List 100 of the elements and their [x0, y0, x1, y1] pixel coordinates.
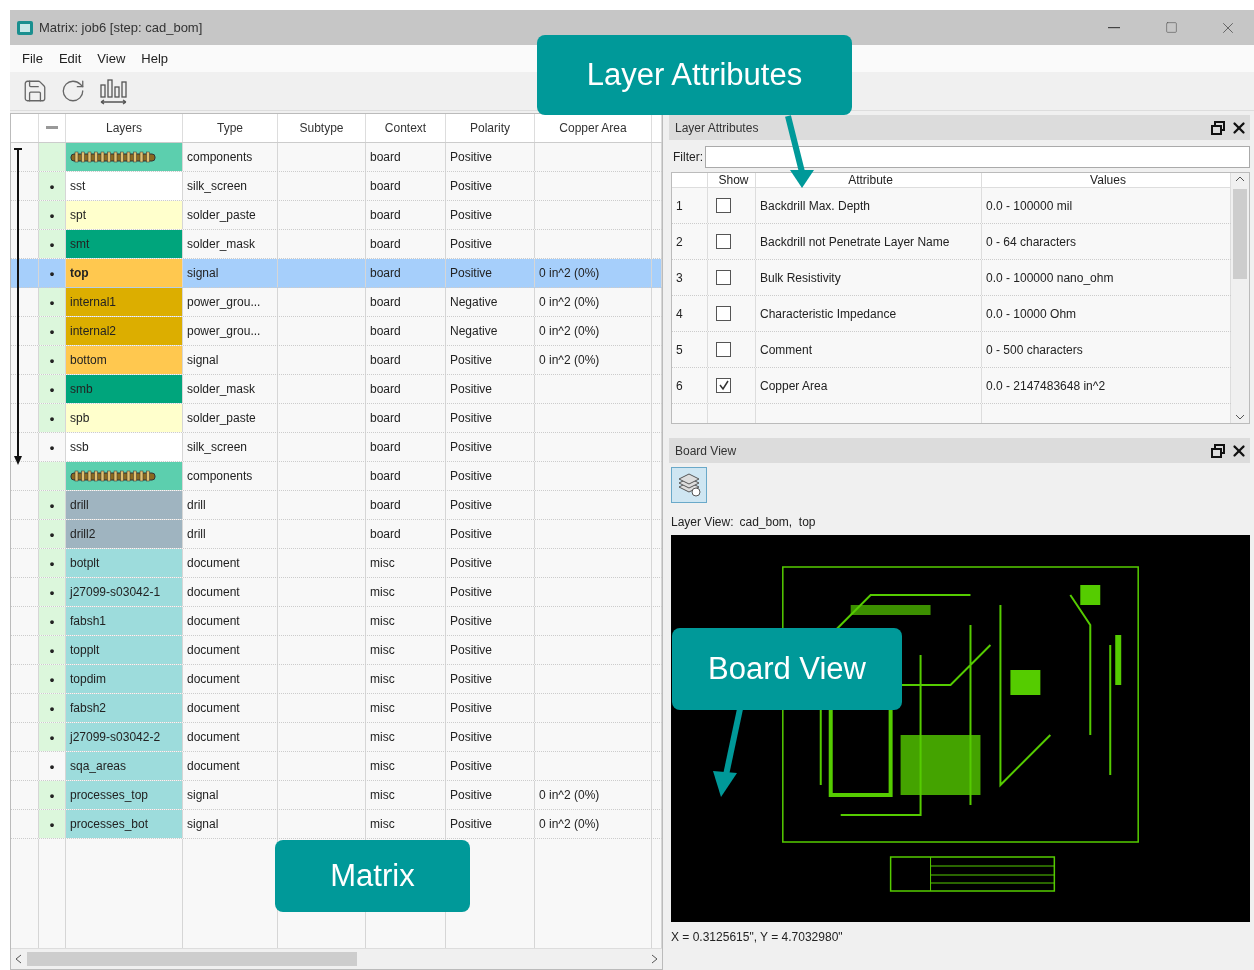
matrix-row[interactable]: • fabsh1 document misc Positive	[11, 607, 662, 636]
show-checkbox[interactable]	[716, 198, 731, 213]
layer-name: processes_bot	[70, 817, 149, 831]
layer-name-cell[interactable]: internal1	[66, 288, 183, 316]
visibility-cell[interactable]: •	[39, 781, 66, 809]
visibility-cell[interactable]: •	[39, 317, 66, 345]
matrix-row[interactable]: • j27099-s03042-2 document misc Positive	[11, 723, 662, 752]
visibility-cell[interactable]: •	[39, 172, 66, 200]
scroll-thumb[interactable]	[1233, 189, 1247, 279]
layer-name-cell[interactable]	[66, 143, 183, 171]
layer-name-cell[interactable]: drill	[66, 491, 183, 519]
horizontal-scrollbar[interactable]	[11, 948, 662, 969]
visibility-cell[interactable]: •	[39, 723, 66, 751]
layer-name-cell[interactable]	[66, 462, 183, 490]
visibility-cell[interactable]: •	[39, 288, 66, 316]
matrix-row[interactable]: • smt solder_mask board Positive	[11, 230, 662, 259]
matrix-row[interactable]: • spb solder_paste board Positive	[11, 404, 662, 433]
matrix-row[interactable]: • internal2 power_grou... board Negative 0 in^2 (0%)	[11, 317, 662, 346]
matrix-row[interactable]: • processes_top signal misc Positive 0 in^2 (0%)	[11, 781, 662, 810]
layer-name-cell[interactable]: fabsh2	[66, 694, 183, 722]
matrix-row[interactable]: • ssb silk_screen board Positive	[11, 433, 662, 462]
matrix-row[interactable]: • smb solder_mask board Positive	[11, 375, 662, 404]
layer-name-cell[interactable]: drill2	[66, 520, 183, 548]
menu-item[interactable]: Edit	[52, 49, 88, 68]
matrix-row[interactable]: • j27099-s03042-1 document misc Positive	[11, 578, 662, 607]
table-cell: silk_screen	[187, 179, 248, 193]
matrix-row[interactable]: • topdim document misc Positive	[11, 665, 662, 694]
visibility-cell[interactable]: •	[39, 201, 66, 229]
column-header[interactable]: Context	[366, 114, 446, 142]
matrix-row[interactable]: • drill drill board Positive	[11, 491, 662, 520]
layer-name-cell[interactable]: fabsh1	[66, 607, 183, 635]
matrix-row[interactable]: • spt solder_paste board Positive	[11, 201, 662, 230]
show-checkbox[interactable]	[716, 342, 731, 357]
layer-name-cell[interactable]: topplt	[66, 636, 183, 664]
column-header[interactable]: Subtype	[278, 114, 366, 142]
filter-field[interactable]	[705, 146, 1250, 168]
matrix-row[interactable]: components board Positive	[11, 143, 662, 172]
layer-name-cell[interactable]: top	[66, 259, 183, 287]
visibility-cell[interactable]: •	[39, 375, 66, 403]
visibility-cell[interactable]: •	[39, 549, 66, 577]
matrix-row[interactable]: • bottom signal board Positive 0 in^2 (0%)	[11, 346, 662, 375]
layer-name-cell[interactable]: j27099-s03042-2	[66, 723, 183, 751]
matrix-row[interactable]: • fabsh2 document misc Positive	[11, 694, 662, 723]
column-header[interactable]: Show	[708, 173, 756, 187]
layer-name-cell[interactable]: bottom	[66, 346, 183, 374]
layer-name-cell[interactable]: spb	[66, 404, 183, 432]
column-header[interactable]: Polarity	[446, 114, 535, 142]
show-checkbox[interactable]	[716, 234, 731, 249]
layer-name-cell[interactable]: internal2	[66, 317, 183, 345]
matrix-row[interactable]: • sqa_areas document misc Positive	[11, 752, 662, 781]
visibility-cell[interactable]: •	[39, 404, 66, 432]
matrix-row[interactable]: • internal1 power_grou... board Negative 0 in^2 (0%)	[11, 288, 662, 317]
column-header[interactable]: Type	[183, 114, 278, 142]
table-cell: 0 in^2 (0%)	[539, 295, 600, 309]
layer-name-cell[interactable]: ssb	[66, 433, 183, 461]
layers-button[interactable]	[671, 467, 707, 503]
visibility-cell[interactable]: •	[39, 636, 66, 664]
layer-name-cell[interactable]: botplt	[66, 549, 183, 577]
layer-name-cell[interactable]: processes_bot	[66, 810, 183, 838]
column-header[interactable]: Layers	[66, 114, 183, 142]
matrix-row[interactable]: • botplt document misc Positive	[11, 549, 662, 578]
show-checkbox[interactable]	[716, 270, 731, 285]
visibility-cell[interactable]: •	[39, 810, 66, 838]
visibility-cell[interactable]	[39, 462, 66, 490]
layer-name-cell[interactable]: sst	[66, 172, 183, 200]
layer-name-cell[interactable]: spt	[66, 201, 183, 229]
matrix-row[interactable]: • sst silk_screen board Positive	[11, 172, 662, 201]
visibility-cell[interactable]: •	[39, 607, 66, 635]
layer-name-cell[interactable]: j27099-s03042-1	[66, 578, 183, 606]
matrix-row[interactable]: • processes_bot signal misc Positive 0 in^2 (0%)	[11, 810, 662, 839]
layer-name-cell[interactable]: topdim	[66, 665, 183, 693]
visibility-cell[interactable]: •	[39, 230, 66, 258]
matrix-row[interactable]: components board Positive	[11, 462, 662, 491]
menu-item[interactable]: Help	[135, 49, 175, 68]
menu-item[interactable]: File	[16, 49, 49, 68]
visibility-cell[interactable]: •	[39, 346, 66, 374]
undock-button[interactable]	[1208, 119, 1228, 136]
matrix-row[interactable]: • topplt document misc Positive	[11, 636, 662, 665]
visibility-cell[interactable]: •	[39, 491, 66, 519]
scroll-thumb[interactable]	[27, 952, 357, 966]
layer-name-cell[interactable]: sqa_areas	[66, 752, 183, 780]
visibility-cell[interactable]: •	[39, 578, 66, 606]
visibility-cell[interactable]: •	[39, 520, 66, 548]
visibility-cell[interactable]	[39, 143, 66, 171]
visibility-cell[interactable]: •	[39, 665, 66, 693]
layer-name-cell[interactable]: smb	[66, 375, 183, 403]
matrix-row[interactable]: • drill2 drill board Positive	[11, 520, 662, 549]
table-cell: Positive	[450, 237, 493, 251]
layer-name: topplt	[70, 643, 100, 657]
show-checkbox[interactable]	[716, 378, 731, 393]
visibility-cell[interactable]: •	[39, 694, 66, 722]
show-checkbox[interactable]	[716, 306, 731, 321]
layer-name-cell[interactable]: smt	[66, 230, 183, 258]
bullet: •	[49, 497, 55, 513]
menu-item[interactable]: View	[91, 49, 132, 68]
undock-button[interactable]	[1208, 442, 1228, 459]
vertical-scrollbar[interactable]	[1231, 173, 1249, 423]
table-cell: board	[370, 469, 401, 483]
layer-name-cell[interactable]: processes_top	[66, 781, 183, 809]
matrix-row[interactable]: • top signal board Positive 0 in^2 (0%)	[11, 259, 662, 288]
